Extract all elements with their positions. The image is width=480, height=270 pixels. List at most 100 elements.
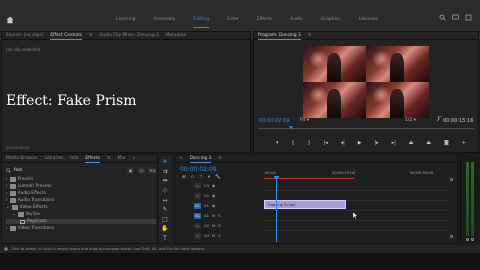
menu-icon[interactable]: ≡ (89, 33, 93, 38)
mark-out-icon[interactable]: } (307, 140, 310, 146)
step-forward-icon[interactable]: |▸ (375, 140, 379, 146)
solo-button[interactable]: S (218, 213, 220, 218)
wrench-icon[interactable] (436, 115, 442, 124)
tree-item-audio-transitions[interactable]: › Audio Transitions (6, 198, 54, 203)
scroll-handle[interactable] (449, 178, 453, 181)
program-timecode-current[interactable]: 00:00:02:09 (259, 118, 290, 124)
program-video-frame[interactable] (303, 46, 429, 118)
tab-effect-controls[interactable]: Effect Controls (50, 33, 82, 40)
play-icon[interactable]: ▶ (358, 140, 362, 146)
source-patch-a2[interactable]: ▫ (194, 222, 201, 229)
tree-item-stylize[interactable]: ⌄ Stylize (12, 212, 40, 217)
scroll-handle[interactable] (449, 235, 453, 238)
yuv-filter-icon[interactable]: YUV (149, 167, 156, 174)
toggle-output-icon[interactable]: ◉ (212, 193, 215, 198)
solo-left-button[interactable] (466, 238, 469, 241)
mute-button[interactable]: M (212, 213, 215, 218)
hand-tool-icon[interactable]: ✋ (161, 225, 169, 233)
workspace-tab-color[interactable]: Color (218, 17, 248, 25)
tree-item-video-effects[interactable]: ⌄ Video Effects (6, 205, 48, 210)
source-patch-v1[interactable]: V1 (194, 202, 201, 209)
accelerated-filter-icon[interactable]: ▣ (127, 167, 134, 174)
step-back-icon[interactable]: ◂| (341, 140, 345, 146)
type-tool-icon[interactable]: T (161, 235, 169, 243)
workspace-tab-editing[interactable]: Editing (184, 17, 218, 28)
timeline-toolbar: ⊞ ∩ ⊃ ▾ 🔧 (182, 175, 221, 180)
tab-libraries[interactable]: Libraries (45, 156, 64, 161)
tab-source[interactable]: Source: (no clips) (6, 33, 43, 38)
rectangle-tool-icon[interactable]: □ (161, 215, 169, 223)
home-icon[interactable] (5, 15, 15, 25)
workspace-tab-assembly[interactable]: Assembly (145, 17, 185, 25)
snap-icon[interactable]: ∩ (191, 175, 194, 180)
workspace-tab-libraries[interactable]: Libraries (350, 17, 387, 25)
solo-right-button[interactable] (471, 238, 474, 241)
workspace-tab-learning[interactable]: Learning (107, 17, 145, 25)
razor-tool-icon[interactable]: ◇ (161, 187, 169, 195)
source-patch-a3[interactable]: ▫ (194, 232, 201, 239)
speech-bubble-icon[interactable] (452, 14, 459, 21)
tree-item-video-transitions[interactable]: › Video Transitions (6, 226, 54, 231)
workspace-tab-graphics[interactable]: Graphics (312, 17, 350, 25)
mark-in-icon[interactable]: { (291, 140, 294, 146)
workspace-tab-audio[interactable]: Audio (281, 17, 312, 25)
fit-dropdown[interactable]: Fit ▾ (300, 118, 309, 123)
tab-effects[interactable]: Effects (85, 156, 100, 163)
mute-button[interactable]: M (212, 233, 215, 238)
go-to-out-icon[interactable]: ▸| (392, 140, 396, 146)
toggle-sync-lock-icon[interactable]: ▫ (194, 192, 201, 199)
slip-tool-icon[interactable]: ↔ (161, 196, 169, 204)
tree-item-lumetri-presets[interactable]: › Lumetri Presets (6, 184, 51, 189)
close-icon[interactable]: × (179, 156, 183, 161)
search-icon[interactable] (439, 14, 446, 21)
fullscreen-icon[interactable] (465, 14, 472, 21)
program-scrubber[interactable] (258, 125, 474, 130)
fit-label: Fit (300, 118, 306, 123)
timeline-timecode[interactable]: 00:00:02:09 (180, 166, 217, 173)
timeline-vertical-scroll[interactable] (449, 178, 453, 238)
toggle-output-icon[interactable]: ◉ (212, 183, 215, 188)
more-tabs-icon[interactable]: » (133, 156, 136, 161)
add-marker-icon[interactable]: ▾ (276, 140, 279, 146)
toggle-sync-lock-icon[interactable]: ▫ (194, 182, 201, 189)
solo-button[interactable]: S (218, 223, 220, 228)
tree-item-presets[interactable]: › Presets (6, 177, 33, 182)
extract-icon[interactable]: ⏏ (426, 140, 431, 146)
toggle-output-icon[interactable]: ◉ (212, 203, 215, 208)
ripple-edit-tool-icon[interactable]: ⇹ (161, 177, 169, 185)
32bit-filter-icon[interactable]: 32 (138, 167, 145, 174)
tab-audio-clip-mixer[interactable]: Audio Clip Mixer: Dancing 3 (99, 33, 158, 38)
mute-button[interactable]: M (212, 223, 215, 228)
nest-icon[interactable]: ⊞ (182, 175, 186, 180)
resolution-dropdown[interactable]: 1/2 ▾ (405, 118, 416, 123)
pen-tool-icon[interactable]: ✎ (161, 206, 169, 214)
tab-info[interactable]: Info (70, 156, 78, 161)
tree-item-audio-effects[interactable]: › Audio Effects (6, 191, 46, 196)
tab-media-browser[interactable]: Media Browser (6, 156, 38, 161)
source-patch-a1[interactable]: A1 (194, 212, 201, 219)
tab-program[interactable]: Program: Dancing 3 (258, 33, 301, 40)
effects-search-input[interactable]: fool (14, 168, 22, 173)
menu-icon[interactable]: ≡ (308, 33, 312, 38)
tree-item-replicate[interactable]: Replicate (6, 219, 156, 224)
linked-selection-icon[interactable]: ⊃ (199, 175, 203, 180)
selection-tool-icon[interactable]: ➤ (161, 158, 169, 166)
workspace-tab-effects[interactable]: Effects (248, 17, 281, 25)
export-frame-icon[interactable]: ◙ (444, 140, 449, 146)
time-ruler[interactable]: 00:00 00:00:15:00 00:00:30:00 (264, 170, 454, 180)
menu-icon[interactable]: ≡ (218, 156, 222, 161)
solo-button[interactable]: S (218, 233, 220, 238)
track-area[interactable]: Dancing 3.mp4 (264, 181, 449, 239)
track-select-tool-icon[interactable]: ⇉ (161, 168, 169, 176)
tab-markers[interactable]: Mar (118, 156, 126, 161)
menu-icon[interactable]: ≡ (107, 156, 111, 161)
tab-sequence[interactable]: Dancing 3 (189, 156, 211, 163)
timeline-playhead[interactable] (276, 176, 277, 242)
tab-metadata[interactable]: Metadata (166, 33, 186, 38)
button-editor-icon[interactable]: + (462, 140, 466, 146)
timeline-settings-icon[interactable]: 🔧 (215, 175, 221, 180)
go-to-in-icon[interactable]: |◂ (324, 140, 328, 146)
add-marker-icon[interactable]: ▾ (208, 175, 210, 180)
track-header-a1: A1 A1 M S (194, 211, 238, 220)
lift-icon[interactable]: ⏏ (409, 140, 414, 146)
